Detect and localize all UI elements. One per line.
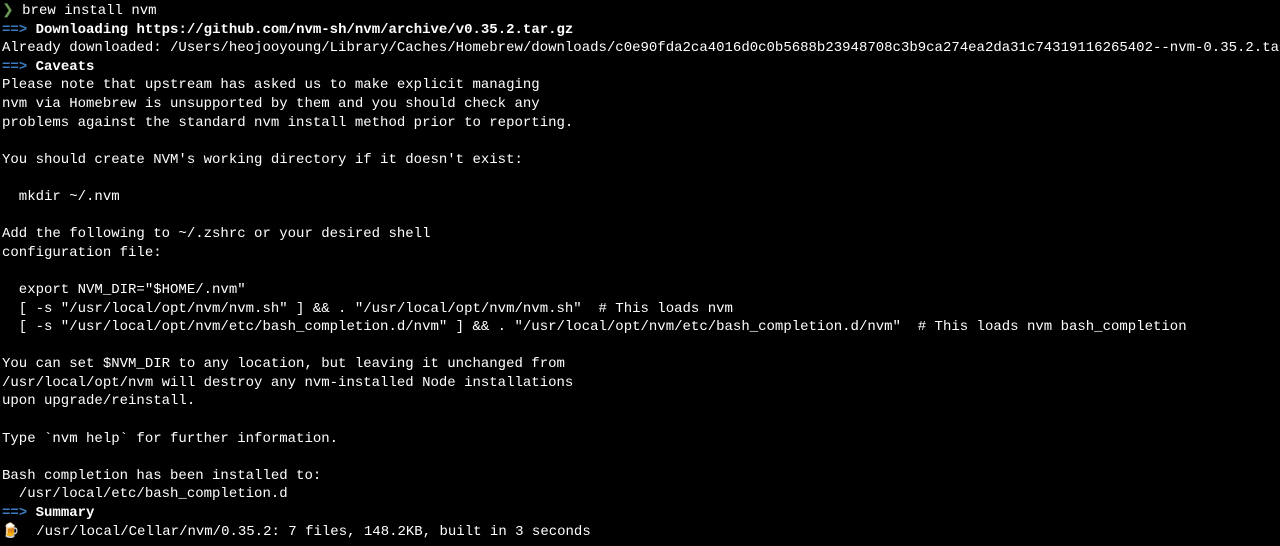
already-downloaded-line: Already downloaded: /Users/heojooyoung/L… [2,39,1278,58]
caveats-text: Please note that upstream has asked us t… [2,76,1278,95]
caveats-text: configuration file: [2,244,1278,263]
blank-line [2,132,1278,151]
blank-line [2,448,1278,467]
prompt-char: ❯ [2,3,14,19]
caveats-label: Caveats [36,59,95,75]
caveats-text: You can set $NVM_DIR to any location, bu… [2,355,1278,374]
caveats-header: ==> Caveats [2,58,1278,77]
caveats-text: /usr/local/opt/nvm will destroy any nvm-… [2,374,1278,393]
summary-label: Summary [36,505,95,521]
caveats-text: Add the following to ~/.zshrc or your de… [2,225,1278,244]
arrow-icon: ==> [2,505,27,521]
arrow-icon: ==> [2,22,27,38]
command-line: ❯ brew install nvm [2,2,1278,21]
command-text: brew install nvm [22,3,156,19]
blank-line [2,262,1278,281]
caveats-text: /usr/local/etc/bash_completion.d [2,485,1278,504]
caveats-text: Bash completion has been installed to: [2,467,1278,486]
summary-text: /usr/local/Cellar/nvm/0.35.2: 7 files, 1… [19,524,590,540]
blank-line [2,207,1278,226]
caveats-command: [ -s "/usr/local/opt/nvm/etc/bash_comple… [2,318,1278,337]
download-label: Downloading [36,22,128,38]
download-line: ==> Downloading https://github.com/nvm-s… [2,21,1278,40]
caveats-text: problems against the standard nvm instal… [2,114,1278,133]
blank-line [2,337,1278,356]
beer-icon: 🍺 [2,523,19,542]
caveats-text: You should create NVM's working director… [2,151,1278,170]
caveats-command: mkdir ~/.nvm [2,188,1278,207]
blank-line [2,411,1278,430]
download-url: https://github.com/nvm-sh/nvm/archive/v0… [136,22,573,38]
arrow-icon: ==> [2,59,27,75]
blank-line [2,169,1278,188]
caveats-text: nvm via Homebrew is unsupported by them … [2,95,1278,114]
caveats-text: Type `nvm help` for further information. [2,430,1278,449]
summary-line: 🍺 /usr/local/Cellar/nvm/0.35.2: 7 files,… [2,523,1278,542]
caveats-command: export NVM_DIR="$HOME/.nvm" [2,281,1278,300]
caveats-text: upon upgrade/reinstall. [2,392,1278,411]
caveats-command: [ -s "/usr/local/opt/nvm/nvm.sh" ] && . … [2,300,1278,319]
summary-header: ==> Summary [2,504,1278,523]
